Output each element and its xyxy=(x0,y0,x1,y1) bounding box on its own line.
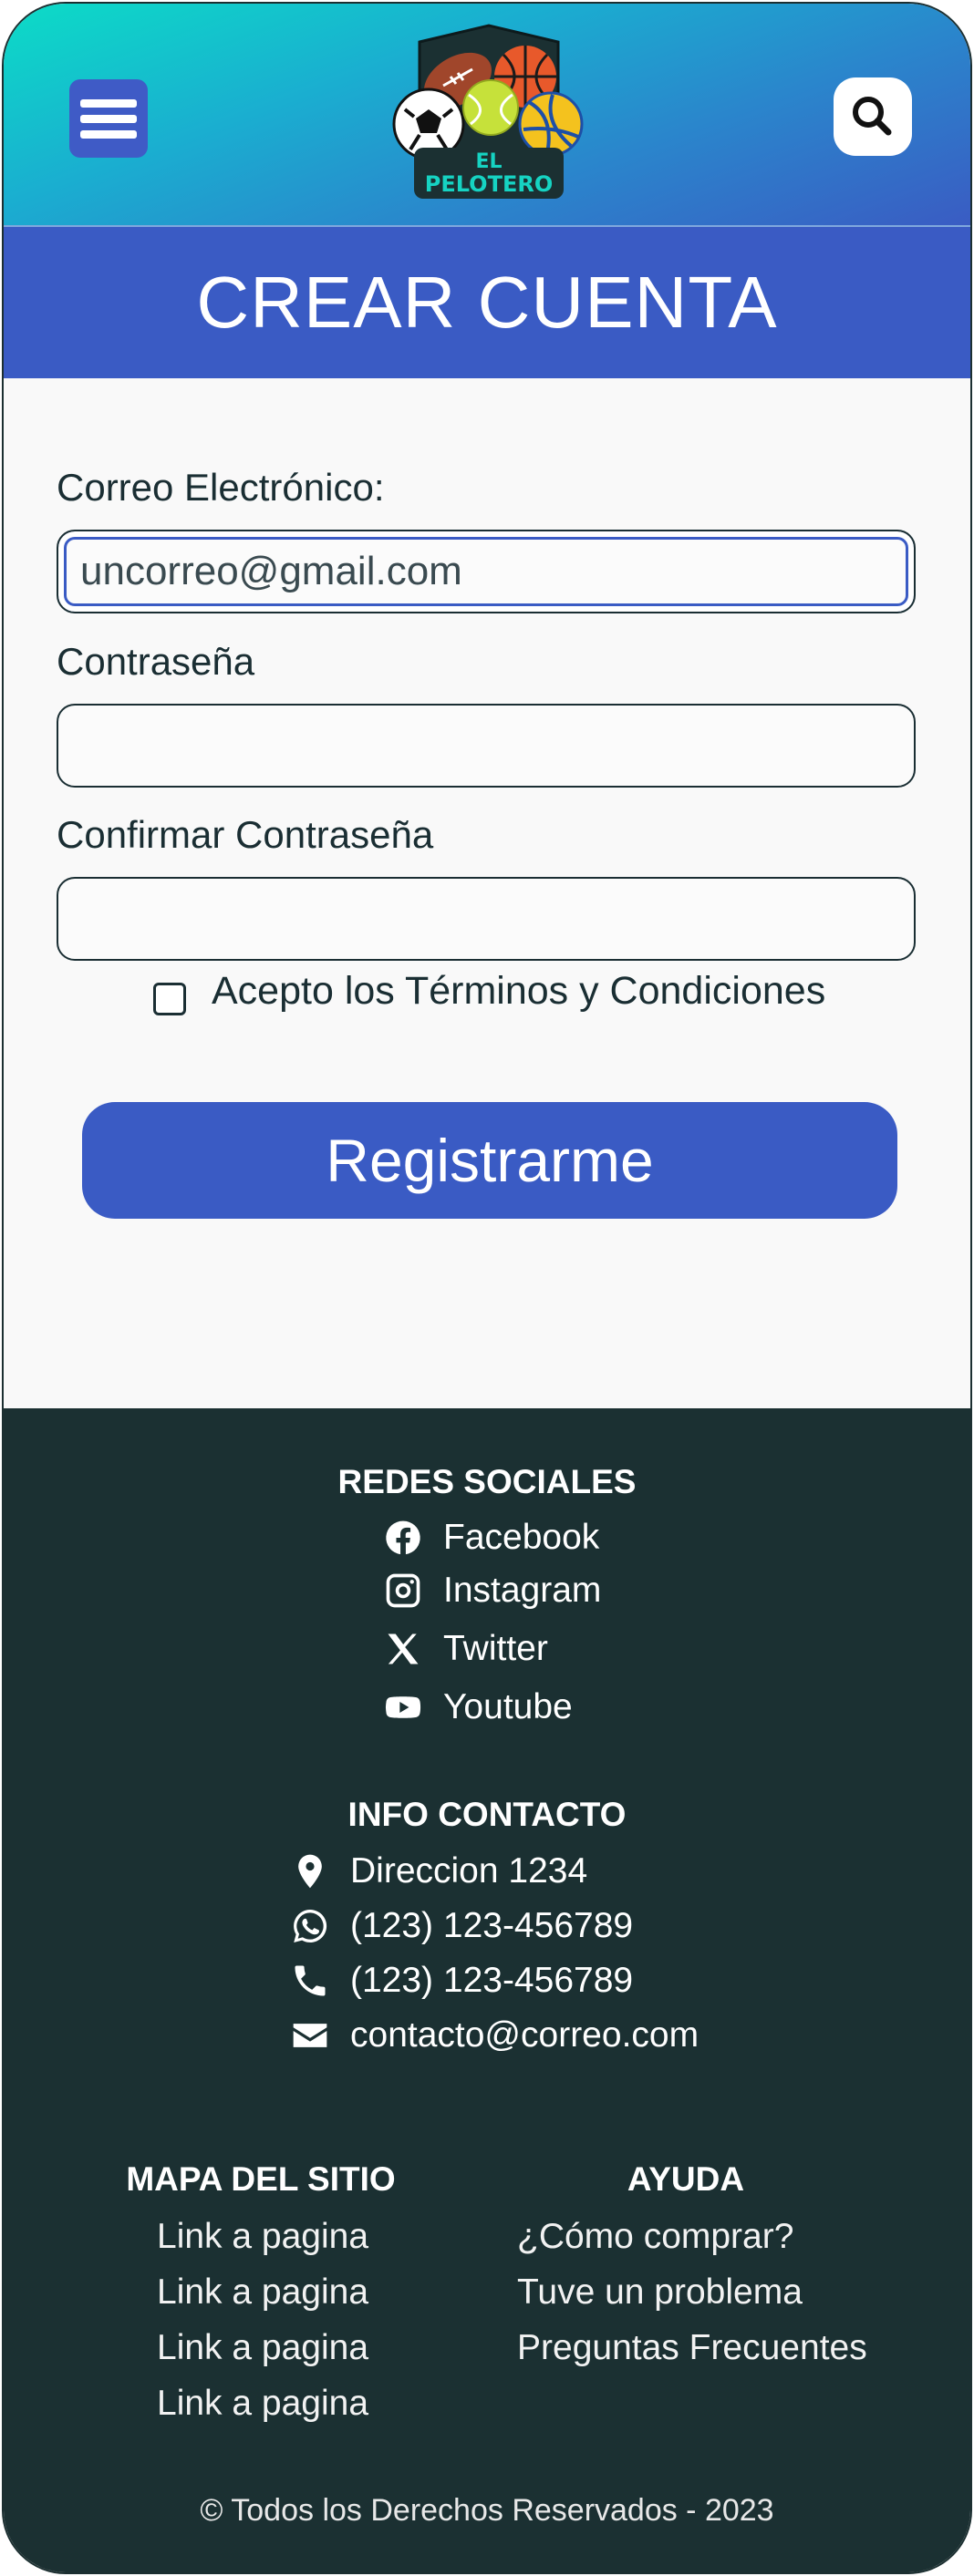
contact-address: Direccion 1234 xyxy=(285,1846,587,1897)
register-button[interactable]: Registrarme xyxy=(82,1102,897,1219)
search-icon xyxy=(853,97,892,136)
phone-icon xyxy=(285,1955,336,2006)
facebook-icon xyxy=(378,1512,429,1563)
help-heading: AYUDA xyxy=(627,2160,745,2198)
copyright-text: © Todos los Derechos Reservados - 2023 xyxy=(200,2493,774,2528)
confirm-password-field[interactable] xyxy=(57,877,916,961)
social-label: Instagram xyxy=(443,1571,602,1610)
logo-text-bottom: PELOTERO xyxy=(425,171,553,197)
help-link-problem[interactable]: Tuve un problema xyxy=(517,2272,803,2313)
contact-whatsapp[interactable]: (123) 123-456789 xyxy=(285,1901,633,1952)
terms-label[interactable]: Acepto los Términos y Condiciones xyxy=(212,969,825,1014)
register-form: Correo Electrónico: Contraseña Confirmar… xyxy=(4,378,970,1408)
social-link-twitter[interactable]: Twitter xyxy=(378,1623,548,1674)
map-pin-icon xyxy=(285,1846,336,1897)
password-field[interactable] xyxy=(57,704,916,788)
contact-label: (123) 123-456789 xyxy=(350,1961,634,2000)
email-label: Correo Electrónico: xyxy=(57,466,385,509)
hamburger-menu-button[interactable] xyxy=(69,79,148,158)
top-header: EL PELOTERO xyxy=(4,4,970,227)
terms-checkbox[interactable] xyxy=(153,983,186,1015)
logo-text-top: EL xyxy=(475,150,502,173)
phone-frame: EL PELOTERO CREAR CUENTA Correo Electrón… xyxy=(2,2,972,2574)
contact-heading: INFO CONTACTO xyxy=(347,1796,627,1833)
sitemap-link[interactable]: Link a pagina xyxy=(157,2217,368,2257)
sitemap-link[interactable]: Link a pagina xyxy=(157,2384,368,2424)
page-title-band: CREAR CUENTA xyxy=(4,227,970,378)
social-link-facebook[interactable]: Facebook xyxy=(378,1512,599,1563)
help-link-faq[interactable]: Preguntas Frecuentes xyxy=(517,2328,867,2368)
email-field[interactable] xyxy=(57,530,916,613)
site-footer: REDES SOCIALES Facebook Instagram Twitte… xyxy=(4,1408,970,2572)
password-label: Contraseña xyxy=(57,640,255,683)
youtube-icon xyxy=(378,1682,429,1733)
sitemap-heading: MAPA DEL SITIO xyxy=(126,2160,396,2198)
confirm-password-label: Confirmar Contraseña xyxy=(57,813,434,856)
contact-label: contacto@correo.com xyxy=(350,2015,699,2055)
contact-label: (123) 123-456789 xyxy=(350,1906,634,1945)
social-label: Facebook xyxy=(443,1518,600,1557)
contact-label: Direccion 1234 xyxy=(350,1851,588,1891)
el-pelotero-logo[interactable]: EL PELOTERO xyxy=(392,22,585,204)
x-twitter-icon xyxy=(378,1623,429,1674)
hamburger-menu-icon-bar xyxy=(80,115,137,123)
hamburger-menu-icon-bar xyxy=(80,130,137,139)
help-link-how-to-buy[interactable]: ¿Cómo comprar? xyxy=(517,2217,793,2257)
hamburger-menu-icon xyxy=(80,99,137,108)
contact-phone[interactable]: (123) 123-456789 xyxy=(285,1955,633,2006)
social-label: Twitter xyxy=(443,1629,548,1668)
search-button[interactable] xyxy=(834,77,912,156)
contact-email[interactable]: contacto@correo.com xyxy=(285,2010,699,2061)
social-label: Youtube xyxy=(443,1687,573,1726)
social-link-instagram[interactable]: Instagram xyxy=(378,1565,601,1616)
social-link-youtube[interactable]: Youtube xyxy=(378,1682,573,1733)
sitemap-link[interactable]: Link a pagina xyxy=(157,2272,368,2313)
whatsapp-icon xyxy=(285,1901,336,1952)
sitemap-link[interactable]: Link a pagina xyxy=(157,2328,368,2368)
instagram-icon xyxy=(378,1565,429,1616)
social-heading: REDES SOCIALES xyxy=(337,1463,637,1500)
envelope-icon xyxy=(285,2010,336,2061)
page-title: CREAR CUENTA xyxy=(196,262,778,343)
